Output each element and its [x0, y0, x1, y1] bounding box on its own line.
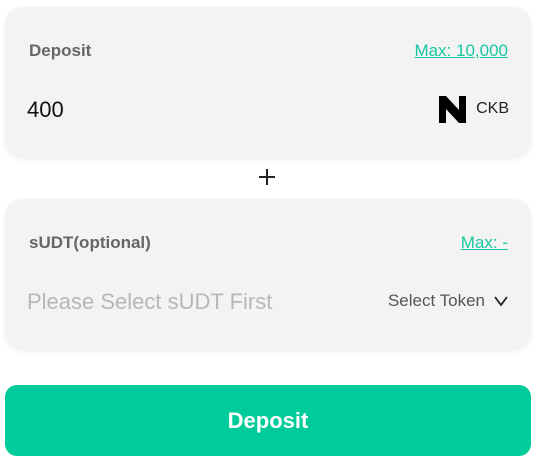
- sudt-card: sUDT(optional) Max: - Select Token: [5, 199, 531, 349]
- nervos-ckb-logo-icon: [439, 95, 467, 123]
- ckb-token: CKB: [439, 95, 509, 123]
- deposit-max-link[interactable]: Max: 10,000: [414, 41, 508, 61]
- deposit-button[interactable]: Deposit: [5, 385, 531, 456]
- plus-icon: [259, 169, 275, 185]
- sudt-amount-input[interactable]: [27, 285, 347, 319]
- select-token-dropdown[interactable]: Select Token: [388, 287, 509, 315]
- deposit-card: Deposit Max: 10,000 CKB: [5, 7, 531, 157]
- deposit-card-title: Deposit: [29, 41, 92, 60]
- deposit-amount-input[interactable]: [27, 93, 327, 127]
- token-name: CKB: [476, 100, 509, 117]
- sudt-card-title: sUDT(optional): [29, 233, 151, 252]
- select-token-label: Select Token: [387, 291, 485, 310]
- sudt-max-link[interactable]: Max: -: [461, 233, 508, 253]
- chevron-down-icon: [494, 296, 508, 307]
